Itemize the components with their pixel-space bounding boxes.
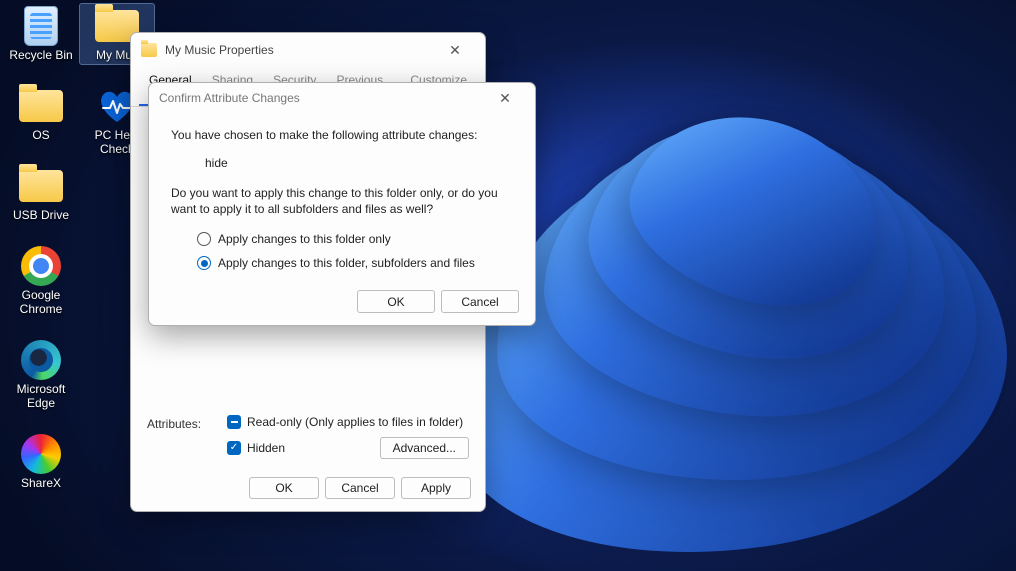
cancel-button[interactable]: Cancel — [325, 477, 395, 499]
folder-icon — [19, 90, 63, 122]
desktop-icon-google-chrome[interactable]: Google Chrome — [4, 244, 78, 318]
properties-button-row: OK Cancel Apply — [249, 477, 471, 499]
radio-label: Apply changes to this folder only — [218, 231, 391, 247]
desktop-icon-label: ShareX — [4, 476, 78, 492]
ok-button[interactable]: OK — [249, 477, 319, 499]
radio-label: Apply changes to this folder, subfolders… — [218, 255, 475, 271]
radio-subfolders-and-files[interactable]: Apply changes to this folder, subfolders… — [197, 255, 513, 271]
confirm-title: Confirm Attribute Changes — [159, 91, 485, 105]
radio-selected-icon — [197, 256, 211, 270]
folder-icon — [141, 43, 157, 57]
confirm-line2: Do you want to apply this change to this… — [171, 185, 513, 217]
confirm-change: hide — [171, 143, 513, 185]
sharex-icon — [21, 434, 61, 474]
recycle-bin-icon — [24, 6, 58, 46]
readonly-checkbox-row[interactable]: Read-only (Only applies to files in fold… — [227, 415, 469, 429]
radio-unselected-icon — [197, 232, 211, 246]
chrome-icon — [21, 246, 61, 286]
desktop-icon-microsoft-edge[interactable]: Microsoft Edge — [4, 338, 78, 412]
attributes-label: Attributes: — [147, 415, 209, 431]
confirm-titlebar[interactable]: Confirm Attribute Changes ✕ — [149, 83, 535, 113]
desktop-icon-recycle-bin[interactable]: Recycle Bin — [4, 4, 78, 64]
hidden-checkbox-row[interactable]: Hidden Advanced... — [227, 437, 469, 459]
edge-icon — [21, 340, 61, 380]
radio-this-folder-only[interactable]: Apply changes to this folder only — [197, 231, 513, 247]
confirm-button-row: OK Cancel — [357, 290, 519, 313]
hidden-label: Hidden — [247, 441, 285, 455]
desktop-icon-label: Microsoft Edge — [4, 382, 78, 412]
advanced-button[interactable]: Advanced... — [380, 437, 469, 459]
desktop-icon-os-folder[interactable]: OS — [4, 84, 78, 144]
desktop-icon-label: OS — [4, 128, 78, 144]
properties-titlebar[interactable]: My Music Properties ✕ — [131, 33, 485, 67]
checkbox-checked-icon — [227, 441, 241, 455]
apply-button[interactable]: Apply — [401, 477, 471, 499]
confirm-dialog: Confirm Attribute Changes ✕ You have cho… — [148, 82, 536, 326]
ok-button[interactable]: OK — [357, 290, 435, 313]
checkbox-indeterminate-icon — [227, 415, 241, 429]
confirm-line1: You have chosen to make the following at… — [171, 127, 513, 143]
desktop-icon-label: Google Chrome — [4, 288, 78, 318]
desktop-icon-label: Recycle Bin — [4, 48, 78, 64]
desktop-icon-usb-drive[interactable]: USB Drive — [4, 164, 78, 224]
close-button[interactable]: ✕ — [435, 36, 475, 64]
desktop-icon-sharex[interactable]: ShareX — [4, 432, 78, 492]
desktop-icon-label: USB Drive — [4, 208, 78, 224]
window-title: My Music Properties — [165, 43, 435, 57]
close-button[interactable]: ✕ — [485, 84, 525, 112]
cancel-button[interactable]: Cancel — [441, 290, 519, 313]
readonly-label: Read-only (Only applies to files in fold… — [247, 415, 463, 429]
folder-icon — [19, 170, 63, 202]
